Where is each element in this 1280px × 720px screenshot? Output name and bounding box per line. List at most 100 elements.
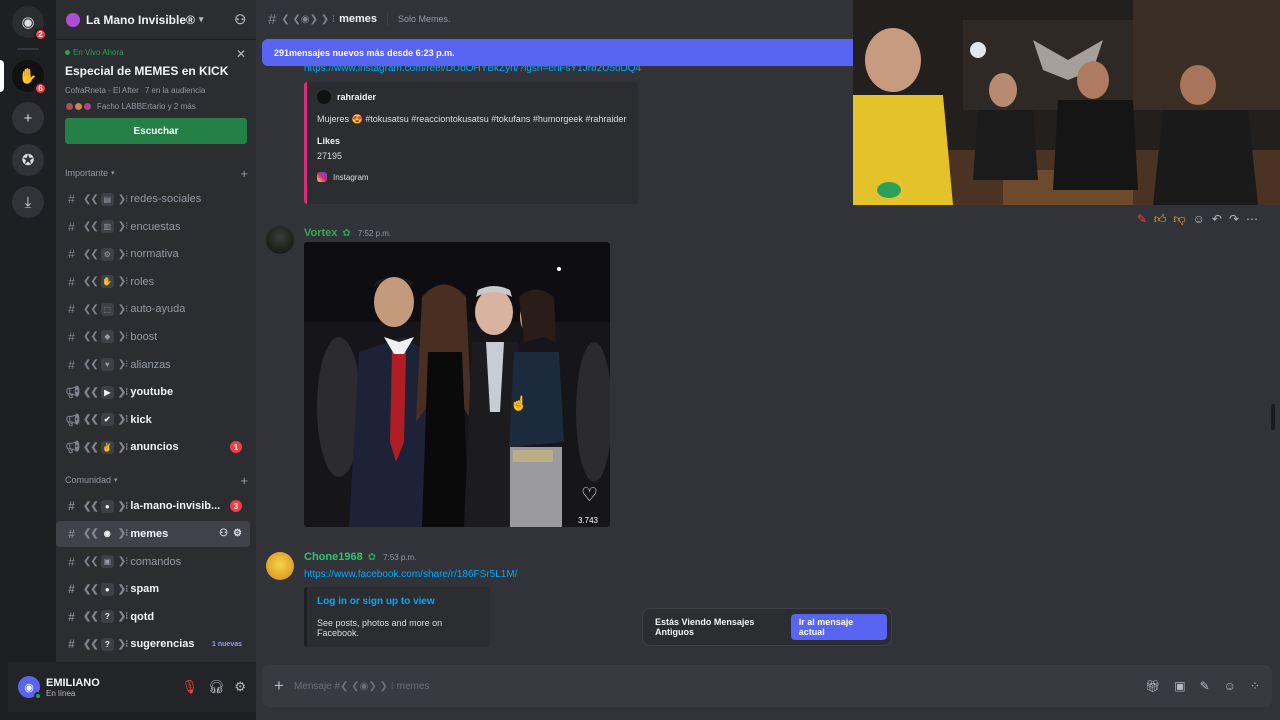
apps-icon[interactable]: ⁘ — [1250, 679, 1260, 693]
channel-decoration: ❯⁝ — [117, 556, 129, 568]
channel-redes-sociales[interactable]: # ❮❮ ▤ ❯⁝ redes-sociales — [56, 186, 250, 212]
microphone-muted-icon[interactable]: 🎙︎ — [181, 679, 198, 695]
hash-icon: # — [68, 329, 75, 344]
add-server-icon: + — [23, 109, 33, 127]
channel-decoration: ❯⁝ — [117, 414, 129, 426]
channel-emoji-icon: ✌ — [100, 440, 114, 454]
thumbs-up-icon[interactable]: 👍︎ — [1154, 212, 1167, 227]
channel-name: normativa — [130, 248, 179, 261]
sticker-icon[interactable]: ✎ — [1200, 679, 1210, 693]
channel-decoration: ❯⁝ — [117, 248, 129, 260]
hash-icon: # — [68, 609, 75, 624]
add-attachment-icon[interactable]: + — [274, 676, 284, 696]
embed-author[interactable]: rahraider — [317, 90, 628, 104]
channel-decoration: ❮❮ — [83, 638, 99, 650]
server-icon: ✋ — [18, 68, 38, 85]
mention-badge: 3 — [230, 500, 242, 513]
username[interactable]: Chone1968 — [304, 551, 363, 563]
gear-icon[interactable]: ⚙ — [234, 679, 246, 695]
close-icon[interactable]: ✕ — [236, 47, 246, 61]
live-dot — [65, 50, 70, 55]
channel-emoji-icon: ▣ — [100, 555, 114, 569]
channel-decoration: ❯⁝ — [117, 276, 129, 288]
message-header: Chone1968 ✿ 7:53 p.m. — [304, 551, 416, 563]
username[interactable]: Vortex — [304, 227, 337, 239]
add-channel-icon[interactable]: + — [240, 166, 248, 181]
direct-messages-button[interactable]: ◉ 2 — [12, 6, 47, 41]
message-input[interactable] — [293, 680, 594, 692]
channel-memes[interactable]: # ❮❮ ◉ ❯⁝ memes ⚇ ⚙ — [56, 520, 250, 547]
rail-separator — [17, 48, 39, 50]
channel-auto-ayuda[interactable]: # ❮❮ ⬚ ❯⁝ auto-ayuda — [56, 296, 250, 322]
reply-icon[interactable]: ↶ — [1212, 212, 1222, 227]
channel-la-mano-invisib[interactable]: # ❮❮ ● ❯⁝ la-mano-invisib... 3 — [56, 493, 250, 519]
channel-roles[interactable]: # ❮❮ ✋ ❯⁝ roles — [56, 269, 250, 295]
speaker-icon: 📢︎ — [65, 385, 81, 400]
live-title: Especial de MEMES en KICK — [65, 64, 229, 78]
forward-icon[interactable]: ↷ — [1229, 212, 1239, 227]
avatar[interactable] — [266, 226, 294, 254]
heart-icon[interactable]: ♡ — [581, 484, 598, 507]
thumbs-down-icon[interactable]: 👎︎ — [1173, 212, 1185, 227]
emoji-icon[interactable]: ☺ — [1193, 212, 1205, 227]
channel-comandos[interactable]: # ❮❮ ▣ ❯⁝ comandos — [56, 549, 250, 575]
invite-icon[interactable]: ⚇ — [234, 12, 246, 28]
facebook-link[interactable]: https://www.facebook.com/share/r/186FSr5… — [304, 569, 517, 580]
channel-decoration: ❮❮ — [83, 528, 99, 540]
image-attachment[interactable]: ♡ 3.743 — [304, 242, 610, 527]
server-la-mano-invisible[interactable]: ✋ 6 — [0, 60, 47, 95]
channel-alianzas[interactable]: # ❮❮ ♥ ❯⁝ alianzas — [56, 352, 250, 378]
channel-anuncios[interactable]: 📢︎ ❮❮ ✌ ❯⁝ anuncios 1 — [56, 434, 250, 460]
channel-qotd[interactable]: # ❮❮? ❯⁝ qotd — [56, 604, 250, 630]
emoji-icon[interactable]: ☺ — [1224, 679, 1236, 693]
hash-icon: # — [68, 274, 75, 289]
new-messages-bar[interactable]: 291mensajes nuevos más desde 6:23 p.m. — [262, 39, 860, 66]
channel-boost[interactable]: # ❮❮ ◆ ❯⁝ boost — [56, 324, 250, 350]
channel-decoration: ❮❮ — [83, 500, 99, 512]
invite-icon[interactable]: ⚇ — [219, 528, 228, 539]
channel-normativa[interactable]: # ❮❮ ⚙ ❯⁝ normativa — [56, 241, 250, 267]
embed-description: Mujeres 😍 #tokusatsu #reacciontokusatsu … — [317, 114, 627, 124]
avatar[interactable] — [266, 552, 294, 580]
live-people: Facho LABBErtario y 2 más — [65, 102, 247, 111]
channel-youtube[interactable]: 📢︎ ❮❮ ▶ ❯⁝ youtube — [56, 379, 250, 405]
headphones-icon[interactable]: 🎧︎ — [208, 679, 225, 695]
instagram-icon — [317, 172, 327, 182]
gift-icon[interactable]: 🎁︎ — [1145, 679, 1160, 693]
channel-sugerencias[interactable]: # ❮❮? ❯⁝ sugerencias 1 nuevas — [56, 631, 250, 657]
message-composer: + 🎁︎ ▣ ✎ ☺ ⁘ — [262, 665, 1272, 707]
add-server-button[interactable]: + — [12, 102, 44, 134]
channel-decoration: ❯⁝ — [117, 441, 129, 453]
gear-icon[interactable]: ⚙ — [233, 528, 242, 539]
channel-topic[interactable]: Solo Memes. — [398, 14, 451, 24]
channel-emoji-icon: ✋ — [100, 275, 114, 289]
add-channel-icon[interactable]: + — [240, 473, 248, 488]
discord-app: ◉ 2 ✋ 6 + ✪ ⤓ La Mano Invisible® ▾ ⚇ En … — [0, 0, 1280, 720]
server-badge-icon — [66, 12, 80, 27]
avatar[interactable]: ◉ — [18, 676, 42, 700]
live-people-text: Facho LABBErtario y 2 más — [97, 102, 196, 111]
user-info[interactable]: EMILIANO En línea — [46, 677, 100, 698]
channel-emoji-icon: ◆ — [100, 330, 114, 344]
hash-icon: # — [68, 219, 75, 234]
reaction-icon[interactable]: ✎ — [1137, 212, 1147, 227]
category-community[interactable]: Comunidad ▾ + — [56, 473, 256, 488]
embed-title[interactable]: Log in or sign up to view — [317, 596, 480, 607]
scrollbar-thumb[interactable] — [1271, 404, 1275, 430]
server-rail: ◉ 2 ✋ 6 + ✪ ⤓ — [0, 0, 56, 720]
embed-author-name: rahraider — [337, 92, 377, 102]
server-header[interactable]: La Mano Invisible® ▾ ⚇ — [56, 0, 256, 40]
more-icon[interactable]: ⋯ — [1246, 212, 1258, 227]
channel-kick[interactable]: 📢︎ ❮❮ ✔ ❯⁝ kick — [56, 407, 250, 433]
category-important[interactable]: Importante ▾ + — [56, 166, 256, 181]
user-controls: 🎙︎ 🎧︎ ⚙ — [181, 679, 246, 695]
gif-icon[interactable]: ▣ — [1174, 679, 1185, 693]
category-label: Comunidad — [65, 475, 112, 486]
download-button[interactable]: ⤓ — [12, 186, 44, 218]
channel-spam[interactable]: # ❮❮ ● ❯⁝ spam — [56, 576, 250, 602]
explore-button[interactable]: ✪ — [12, 144, 44, 176]
jump-to-present-button[interactable]: Ir al mensaje actual — [790, 614, 887, 640]
listen-button[interactable]: Escuchar — [65, 118, 247, 144]
channel-encuestas[interactable]: # ❮❮ ▥ ❯⁝ encuestas — [56, 214, 250, 240]
webcam-overlay — [853, 0, 1280, 205]
